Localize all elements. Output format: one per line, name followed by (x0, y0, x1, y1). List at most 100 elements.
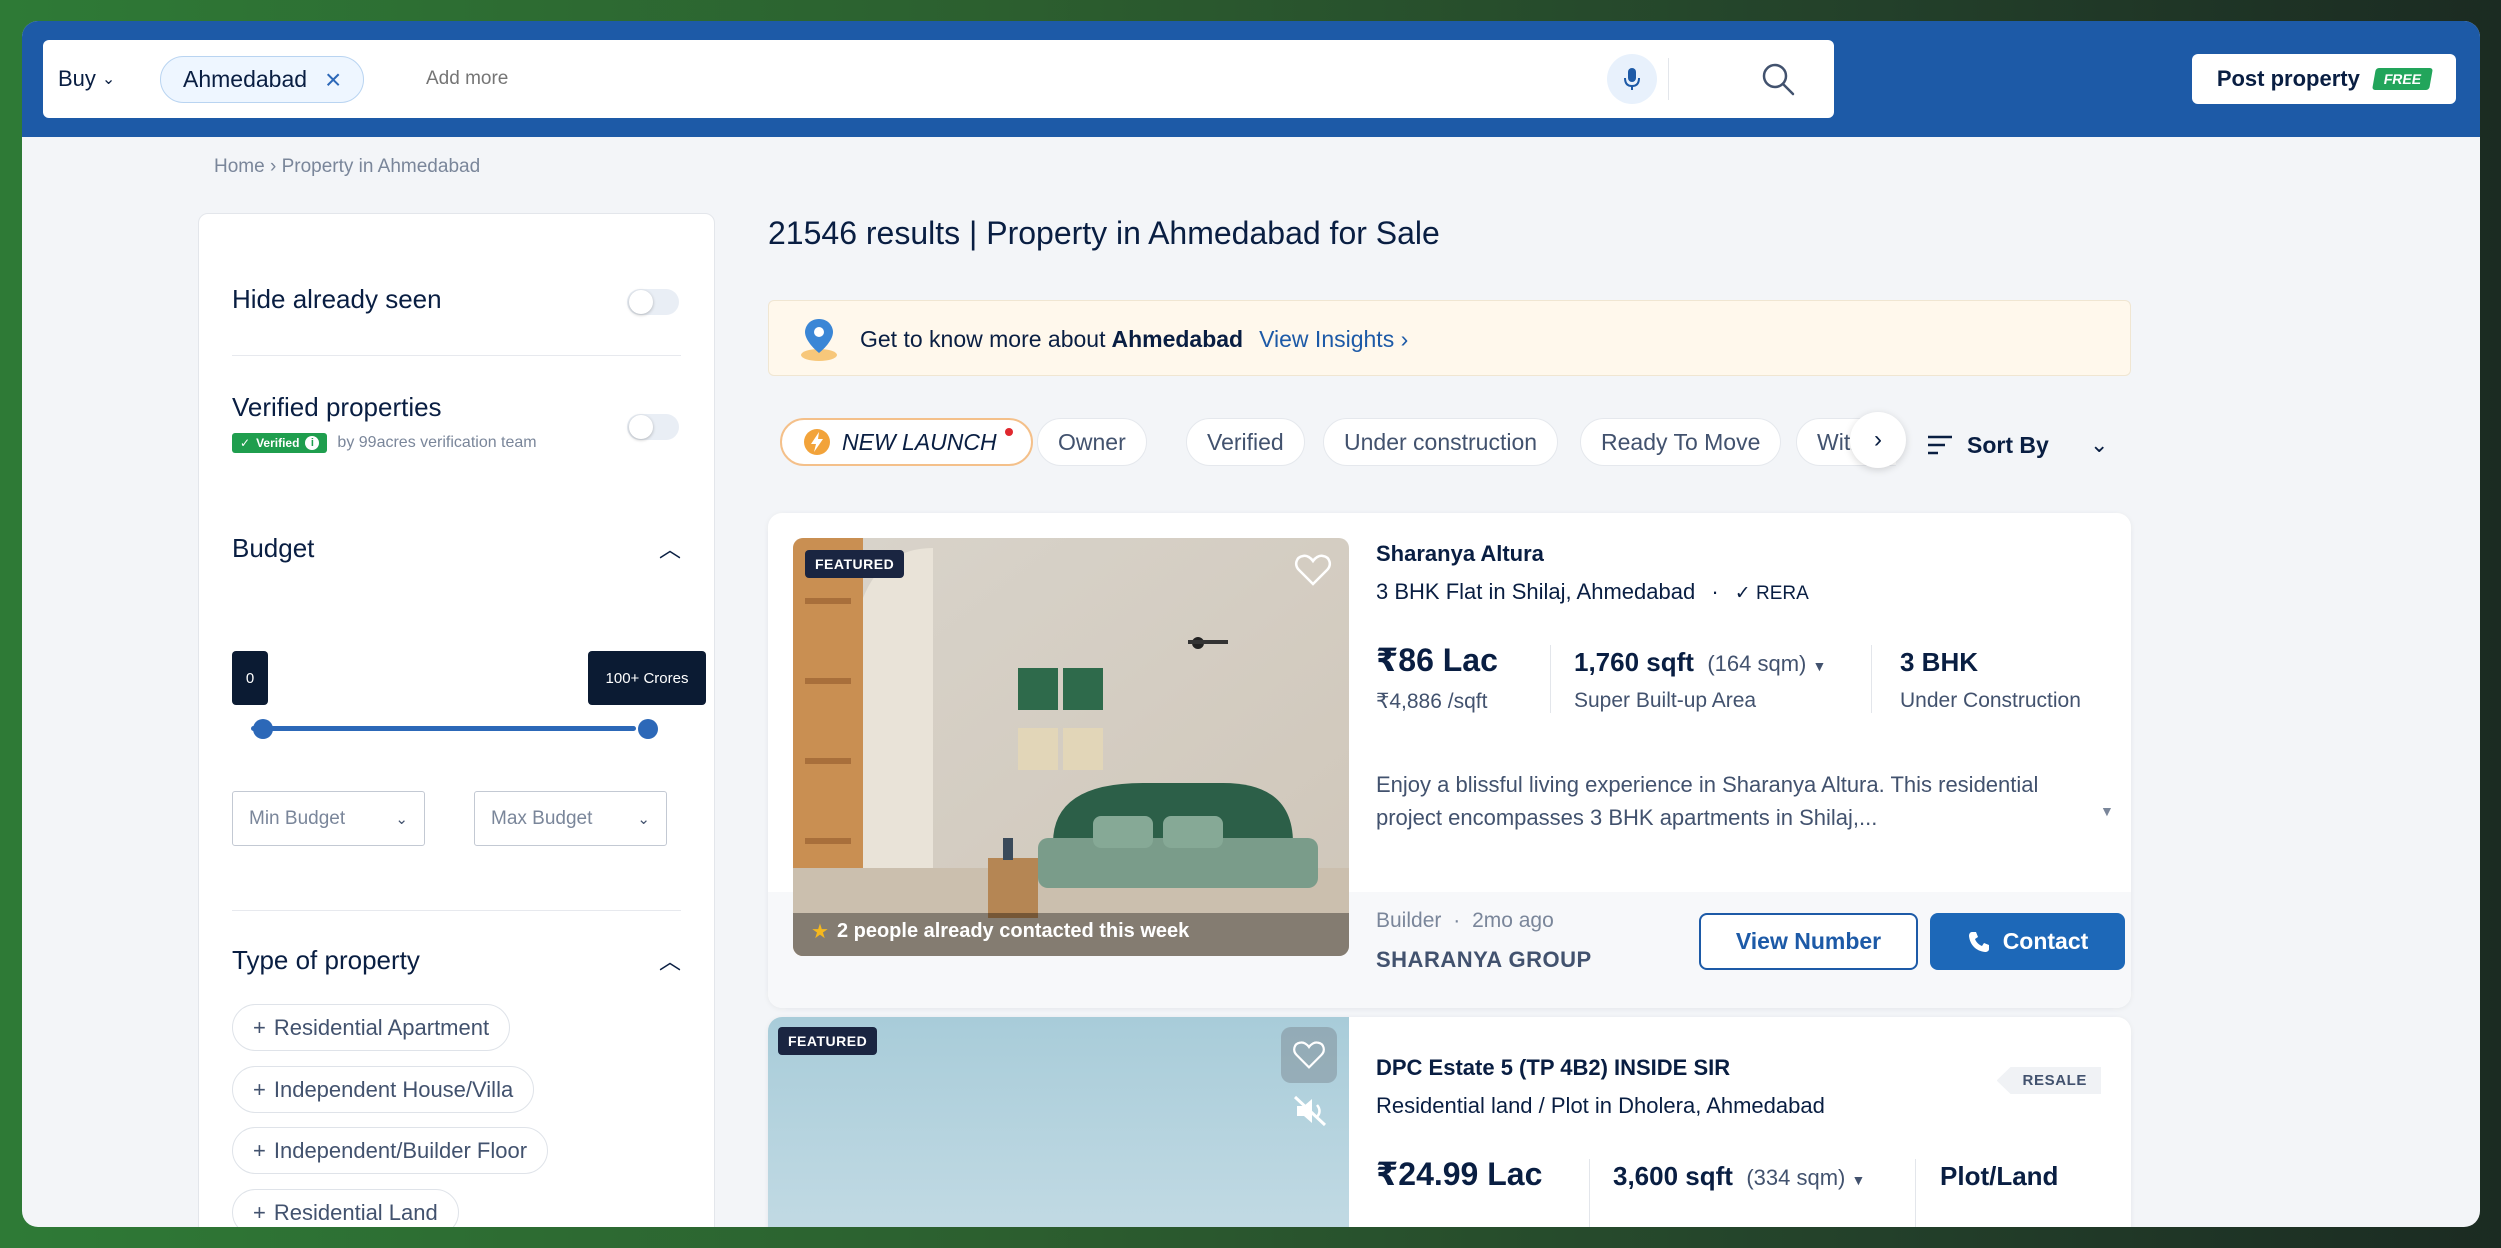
listing-photo[interactable]: FEATURED (768, 1017, 1349, 1227)
insights-banner: Get to know more about Ahmedabad View In… (768, 300, 2131, 376)
listing-location: in Dholera, Ahmedabad (1588, 1093, 1825, 1118)
contact-label: Contact (2002, 928, 2089, 954)
hide-seen-toggle[interactable] (627, 289, 679, 315)
rera-label: RERA (1755, 583, 1809, 604)
listing-card[interactable]: FEATURED RESALE DPC Estate 5 (TP 4B2) IN… (768, 1017, 2131, 1227)
poster-name[interactable]: SHARANYA GROUP (1376, 947, 1592, 973)
breadcrumb[interactable]: Home › Property in Ahmedabad (214, 156, 480, 178)
filter-sidebar: Hide already seen Verified properties ✓ … (198, 213, 715, 1227)
type-chip-residential-land[interactable]: + Residential Land (232, 1189, 459, 1227)
info-icon: i (305, 436, 320, 450)
city-chip[interactable]: Ahmedabad × (160, 56, 365, 103)
insights-city: Ahmedabad (1111, 325, 1244, 352)
budget-title: Budget (232, 532, 315, 563)
search-input[interactable] (426, 40, 1126, 118)
verified-badge-text: Verified (256, 436, 300, 450)
heart-icon (1293, 1041, 1325, 1069)
filter-owner[interactable]: Owner (1037, 418, 1147, 466)
area-type: Super Built-up Area (1574, 689, 1757, 712)
city-chip-label: Ahmedabad (183, 66, 308, 92)
close-icon[interactable]: × (325, 65, 341, 94)
listing-area[interactable]: 3,600 sqft (334 sqm) ▼ (1613, 1161, 1865, 1192)
lightning-icon (804, 429, 830, 455)
shortlist-button[interactable] (1291, 548, 1335, 592)
search-button[interactable] (1753, 54, 1803, 104)
expand-description-button[interactable]: ▼ (2100, 803, 2114, 819)
listing-area[interactable]: 1,760 sqft (164 sqm) ▼ (1574, 647, 1826, 678)
contact-button[interactable]: Contact (1930, 913, 2125, 970)
area-sqft: 3,600 sqft (1613, 1161, 1733, 1191)
filter-label: Ready To Move (1601, 428, 1761, 455)
chevron-right-icon: › (1874, 426, 1882, 453)
filter-verified[interactable]: Verified (1186, 418, 1305, 466)
min-budget-select[interactable]: Min Budget ⌄ (232, 791, 425, 846)
listing-title[interactable]: DPC Estate 5 (TP 4B2) INSIDE SIR (1376, 1055, 1730, 1081)
quick-filters: NEW LAUNCH Owner Verified Under construc… (780, 418, 1896, 470)
listing-type: 3 BHK Flat (1376, 579, 1483, 604)
view-number-button[interactable]: View Number (1699, 913, 1918, 970)
caret-down-icon: ▼ (1851, 1172, 1866, 1188)
sort-dropdown-chevron[interactable]: ⌄ (2090, 421, 2108, 469)
chevron-up-icon[interactable]: ︿ (659, 532, 681, 564)
filters-next-button[interactable]: › (1850, 412, 1906, 468)
divider (1550, 645, 1551, 713)
insights-prefix: Get to know more about (860, 325, 1106, 352)
search-divider (1668, 58, 1669, 100)
listing-photo[interactable]: FEATURED ★ 2 people already contacted th… (793, 538, 1349, 956)
filter-label: Verified (1207, 428, 1284, 455)
filter-new-launch[interactable]: NEW LAUNCH (780, 418, 1033, 466)
listing-card[interactable]: FEATURED ★ 2 people already contacted th… (768, 513, 2131, 1008)
plus-icon: + (253, 1199, 266, 1225)
post-property-button[interactable]: Post property FREE (2192, 54, 2456, 104)
type-chip-independent-house[interactable]: + Independent House/Villa (232, 1066, 535, 1113)
buy-dropdown[interactable]: Buy ⌄ (58, 40, 115, 118)
area-sqm: (164 sqm) ▼ (1707, 651, 1827, 676)
budget-min-handle[interactable] (253, 719, 273, 739)
contacted-text: 2 people already contacted this week (836, 920, 1190, 942)
heart-icon (1294, 554, 1332, 586)
budget-header[interactable]: Budget ︿ (232, 532, 681, 564)
results-title: 21546 results | Property in Ahmedabad fo… (768, 215, 1440, 251)
filter-label: Owner (1058, 428, 1126, 455)
listing-price: ₹86 Lac (1376, 642, 1498, 678)
chevron-up-icon[interactable]: ︿ (659, 944, 681, 976)
type-chip-label: Independent/Builder Floor (273, 1137, 528, 1163)
filter-under-construction[interactable]: Under construction (1323, 418, 1559, 466)
filter-new-launch-label: NEW LAUNCH (842, 428, 997, 455)
mute-icon (1293, 1095, 1327, 1127)
verified-toggle[interactable] (627, 414, 679, 440)
search-icon (1762, 63, 1795, 96)
free-badge: FREE (2371, 68, 2434, 90)
chevron-right-icon: › (1400, 325, 1409, 352)
type-header[interactable]: Type of property ︿ (232, 944, 681, 976)
budget-max-handle[interactable] (638, 719, 658, 739)
budget-slider-track[interactable] (251, 726, 636, 731)
max-budget-select[interactable]: Max Budget ⌄ (474, 791, 667, 846)
type-chip-builder-floor[interactable]: + Independent/Builder Floor (232, 1127, 549, 1174)
verified-label: Verified properties (232, 392, 442, 422)
chevron-down-icon: ⌄ (101, 71, 116, 88)
type-chip-label: Residential Apartment (273, 1014, 490, 1040)
listing-subtitle: Residential land / Plot in Dholera, Ahme… (1376, 1093, 1825, 1119)
check-icon: ✓ (240, 436, 251, 450)
poster-meta: Builder · 2mo ago (1376, 909, 1554, 932)
new-indicator-dot (1004, 428, 1013, 436)
hide-seen-label: Hide already seen (232, 284, 442, 314)
chevron-down-icon: ⌄ (637, 810, 650, 828)
listing-price: ₹24.99 Lac (1376, 1156, 1543, 1192)
sort-by-label: Sort By (1967, 431, 2049, 458)
divider (1589, 1159, 1590, 1227)
listing-type: Residential land / Plot (1376, 1093, 1589, 1118)
contacted-info: ★ 2 people already contacted this week (811, 919, 1189, 944)
view-insights-link[interactable]: View Insights › (1259, 326, 1408, 353)
shortlist-button[interactable] (1281, 1027, 1337, 1083)
type-chip-residential-apartment[interactable]: + Residential Apartment (232, 1004, 511, 1051)
buy-dropdown-label: Buy (58, 66, 96, 91)
listing-config: 3 BHK (1900, 647, 1979, 677)
price-per-sqft: ₹4,886 /sqft (1376, 690, 1488, 713)
filter-ready-to-move[interactable]: Ready To Move (1580, 418, 1782, 466)
microphone-button[interactable] (1607, 54, 1657, 104)
sort-by-button[interactable]: Sort By (1927, 421, 2049, 469)
listing-title[interactable]: Sharanya Altura (1376, 541, 1544, 567)
mute-button[interactable] (1293, 1095, 1329, 1132)
